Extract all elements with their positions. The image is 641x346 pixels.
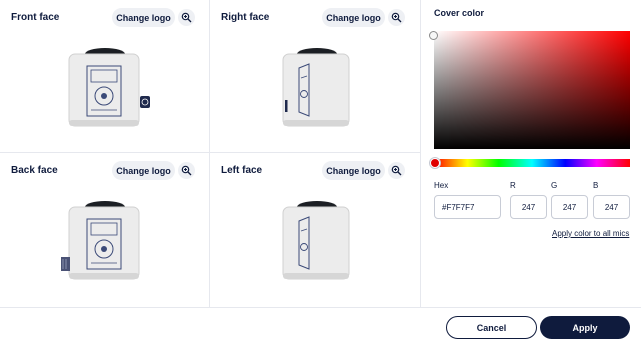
front-face-title: Front face xyxy=(11,12,60,23)
hex-label: Hex xyxy=(434,181,449,190)
hex-input[interactable] xyxy=(434,195,501,219)
r-input[interactable] xyxy=(510,195,547,219)
back-face-title: Back face xyxy=(11,165,58,176)
right-zoom-button[interactable] xyxy=(388,9,405,26)
right-face-title: Right face xyxy=(221,12,270,23)
front-face-panel: Front face Change logo xyxy=(0,0,210,153)
back-mic-image xyxy=(61,201,140,280)
g-input[interactable] xyxy=(551,195,588,219)
front-zoom-button[interactable] xyxy=(178,9,195,26)
zoom-in-icon xyxy=(391,165,402,176)
zoom-in-icon xyxy=(181,165,192,176)
right-face-panel: Right face Change logo xyxy=(210,0,421,153)
back-zoom-button[interactable] xyxy=(178,162,195,179)
right-mic-image xyxy=(282,48,350,127)
hue-slider-handle[interactable] xyxy=(430,158,440,168)
right-change-logo-button[interactable]: Change logo xyxy=(322,8,385,27)
left-face-panel: Left face Change logo xyxy=(210,153,421,307)
back-face-panel: Back face Change logo xyxy=(0,153,210,307)
b-input[interactable] xyxy=(593,195,630,219)
front-mic-image xyxy=(68,48,150,127)
cover-color-title: Cover color xyxy=(434,8,485,18)
saturation-handle[interactable] xyxy=(429,31,438,40)
b-label: B xyxy=(593,181,599,190)
hue-slider[interactable] xyxy=(434,159,630,167)
apply-color-to-all-link[interactable]: Apply color to all mics xyxy=(552,229,629,238)
apply-button[interactable]: Apply xyxy=(540,316,630,339)
left-mic-image xyxy=(282,201,350,280)
faces-grid: Front face Change logo Right face Change… xyxy=(0,0,421,307)
saturation-value-area[interactable] xyxy=(434,31,630,149)
zoom-in-icon xyxy=(391,12,402,23)
footer-divider xyxy=(0,307,641,308)
cancel-button[interactable]: Cancel xyxy=(446,316,537,339)
left-change-logo-button[interactable]: Change logo xyxy=(322,161,385,180)
back-change-logo-button[interactable]: Change logo xyxy=(112,161,175,180)
left-zoom-button[interactable] xyxy=(388,162,405,179)
front-change-logo-button[interactable]: Change logo xyxy=(112,8,175,27)
left-face-title: Left face xyxy=(221,165,263,176)
r-label: R xyxy=(510,181,516,190)
color-picker-panel: Cover color Hex R G B Apply color to all… xyxy=(421,0,641,307)
g-label: G xyxy=(551,181,558,190)
zoom-in-icon xyxy=(181,12,192,23)
